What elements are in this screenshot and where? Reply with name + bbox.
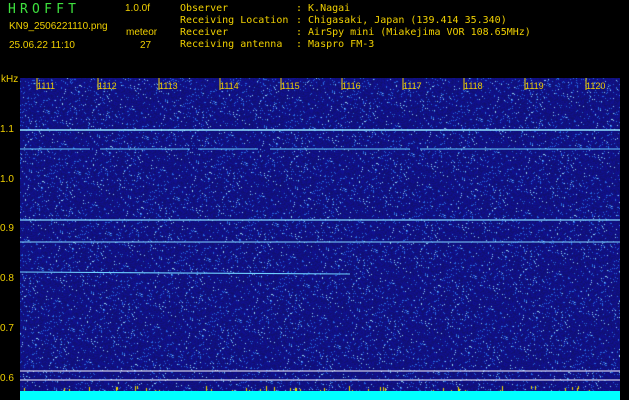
hrofft-window: HROFFT 1.0.0f KN9_2506221110.png meteor … (0, 0, 629, 400)
app-title: HROFFT (8, 2, 81, 17)
y-tick: 1.1 (0, 124, 14, 135)
spectrogram-overlay (20, 78, 620, 400)
event-count: 27 (140, 40, 152, 51)
x-tick: 1111 (37, 81, 56, 91)
bottom-band (20, 391, 620, 400)
x-tick: 1116 (342, 81, 361, 91)
y-tick: 0.7 (0, 323, 14, 334)
x-tick: 1115 (281, 81, 300, 91)
x-tick: 1118 (464, 81, 483, 91)
waterfall-spectrogram (20, 78, 620, 400)
y-tick: 0.6 (0, 373, 14, 384)
y-tick: 0.9 (0, 223, 14, 234)
format-label: meteor (126, 27, 158, 38)
location-label: Receiving Location (180, 15, 289, 26)
version-label: 1.0.0f (125, 3, 151, 14)
x-tick: 1113 (159, 81, 178, 91)
time-ticks (36, 78, 587, 90)
antenna-value: : Maspro FM-3 (296, 39, 375, 50)
file-name: KN9_2506221110.png (9, 21, 108, 32)
x-tick: 1114 (220, 81, 239, 91)
x-tick: 1120 (586, 81, 606, 91)
observer-value: : K.Nagai (296, 3, 351, 14)
y-tick: 0.8 (0, 273, 14, 284)
x-tick: 1117 (403, 81, 422, 91)
observer-label: Observer (180, 3, 229, 14)
antenna-label: Receiving antenna (180, 39, 283, 50)
signal-line (20, 271, 351, 275)
receiver-value: : AirSpy mini (Miakejima VOR 108.65MHz) (296, 27, 531, 38)
y-axis-unit: kHz (1, 74, 19, 85)
timestamp: 25.06.22 11:10 (9, 40, 75, 51)
x-tick: 1119 (525, 81, 544, 91)
y-tick: 1.0 (0, 174, 14, 185)
receiver-label: Receiver (180, 27, 229, 38)
location-value: : Chigasaki, Japan (139.414 35.340) (296, 15, 507, 26)
x-tick: 1112 (98, 81, 117, 91)
